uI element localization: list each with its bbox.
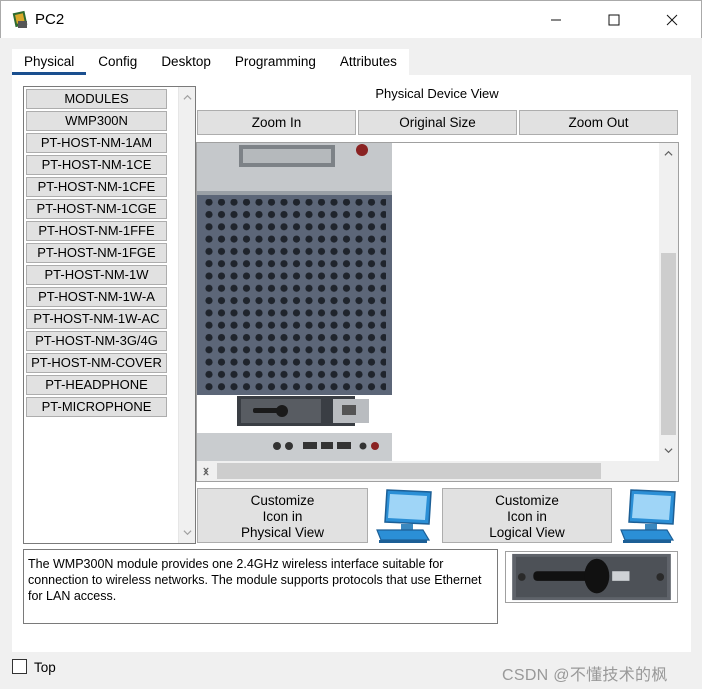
close-button[interactable] — [649, 1, 695, 39]
module-item-1w-a[interactable]: PT-HOST-NM-1W-A — [26, 287, 167, 307]
viewer-horizontal-scrollbar[interactable] — [197, 461, 659, 481]
tab-attributes[interactable]: Attributes — [327, 49, 409, 75]
module-item-1cfe[interactable]: PT-HOST-NM-1CFE — [26, 177, 167, 197]
watermark-text: CSDN @不懂技术的枫 — [502, 667, 668, 684]
module-item-1fge[interactable]: PT-HOST-NM-1FGE — [26, 243, 167, 263]
modules-header: MODULES — [26, 89, 167, 109]
chevron-up-icon — [183, 94, 192, 100]
top-checkbox[interactable] — [12, 659, 27, 674]
customize-physical-line1: Customize — [250, 493, 315, 508]
module-item-1am[interactable]: PT-HOST-NM-1AM — [26, 133, 167, 153]
module-item-wmp300n[interactable]: WMP300N — [26, 111, 167, 131]
chevron-up-icon — [664, 150, 673, 156]
pc-chassis-image — [197, 143, 392, 461]
module-item-3g4g[interactable]: PT-HOST-NM-3G/4G — [26, 331, 167, 351]
minimize-button[interactable] — [533, 1, 579, 39]
customize-logical-icon-button[interactable]: Customize Icon in Logical View — [442, 488, 612, 543]
packet-tracer-app-icon — [12, 10, 28, 28]
chevron-down-icon — [664, 448, 673, 454]
customize-logical-line1: Customize — [495, 493, 559, 508]
title-bar: PC2 — [0, 0, 702, 38]
tab-desktop[interactable]: Desktop — [149, 49, 223, 75]
module-item-headphone[interactable]: PT-HEADPHONE — [26, 375, 167, 395]
module-description: The WMP300N module provides one 2.4GHz w… — [23, 549, 498, 624]
maximize-icon — [608, 14, 620, 26]
customize-logical-line3: Logical View — [489, 525, 565, 540]
zoom-in-button[interactable]: Zoom In — [197, 110, 356, 135]
tab-config[interactable]: Config — [86, 49, 150, 75]
customize-logical-line2: Icon in — [507, 509, 547, 524]
tab-programming[interactable]: Programming — [222, 49, 328, 75]
close-icon — [666, 14, 678, 26]
viewer-horizontal-scroll-thumb[interactable] — [217, 463, 601, 479]
module-item-1cge[interactable]: PT-HOST-NM-1CGE — [26, 199, 167, 219]
tab-physical[interactable]: Physical — [12, 49, 87, 75]
module-item-cover[interactable]: PT-HOST-NM-COVER — [26, 353, 167, 373]
minimize-icon — [551, 19, 561, 21]
module-item-1w-ac[interactable]: PT-HOST-NM-1W-AC — [26, 309, 167, 329]
original-size-button[interactable]: Original Size — [358, 110, 517, 135]
window-title: PC2 — [35, 11, 65, 28]
customize-physical-line3: Physical View — [240, 525, 325, 540]
module-thumbnail-image — [505, 551, 678, 603]
tab-bar: Physical Config Desktop Programming Attr… — [12, 49, 409, 75]
chevron-down-icon — [183, 530, 192, 536]
module-item-1w[interactable]: PT-HOST-NM-1W — [26, 265, 167, 285]
physical-device-view-label: Physical Device View — [375, 86, 499, 101]
viewer-vertical-scroll-thumb[interactable] — [661, 253, 676, 435]
maximize-button[interactable] — [591, 1, 637, 39]
module-item-1ce[interactable]: PT-HOST-NM-1CE — [26, 155, 167, 175]
modules-list: MODULES WMP300N PT-HOST-NM-1AM PT-HOST-N… — [23, 86, 196, 544]
viewer-vertical-scrollbar[interactable] — [659, 143, 678, 461]
viewer-scroll-up-arrow[interactable] — [660, 145, 677, 162]
module-item-microphone[interactable]: PT-MICROPHONE — [26, 397, 167, 417]
physical-device-viewer[interactable] — [196, 142, 679, 482]
physical-view-pc-icon — [376, 489, 432, 543]
module-item-1ffe[interactable]: PT-HOST-NM-1FFE — [26, 221, 167, 241]
scroll-down-arrow[interactable] — [179, 524, 196, 541]
customize-physical-line2: Icon in — [262, 509, 303, 524]
logical-view-pc-icon — [620, 489, 676, 543]
top-checkbox-label: Top — [34, 660, 56, 675]
viewer-scroll-down-arrow[interactable] — [660, 442, 677, 459]
chevron-right-icon — [203, 467, 209, 476]
modules-scrollbar[interactable] — [178, 87, 195, 543]
customize-physical-icon-button[interactable]: Customize Icon in Physical View — [197, 488, 368, 543]
viewer-scroll-right-arrow[interactable] — [197, 463, 214, 480]
zoom-out-button[interactable]: Zoom Out — [519, 110, 678, 135]
viewer-scroll-corner — [659, 461, 678, 481]
scroll-up-arrow[interactable] — [179, 89, 196, 106]
